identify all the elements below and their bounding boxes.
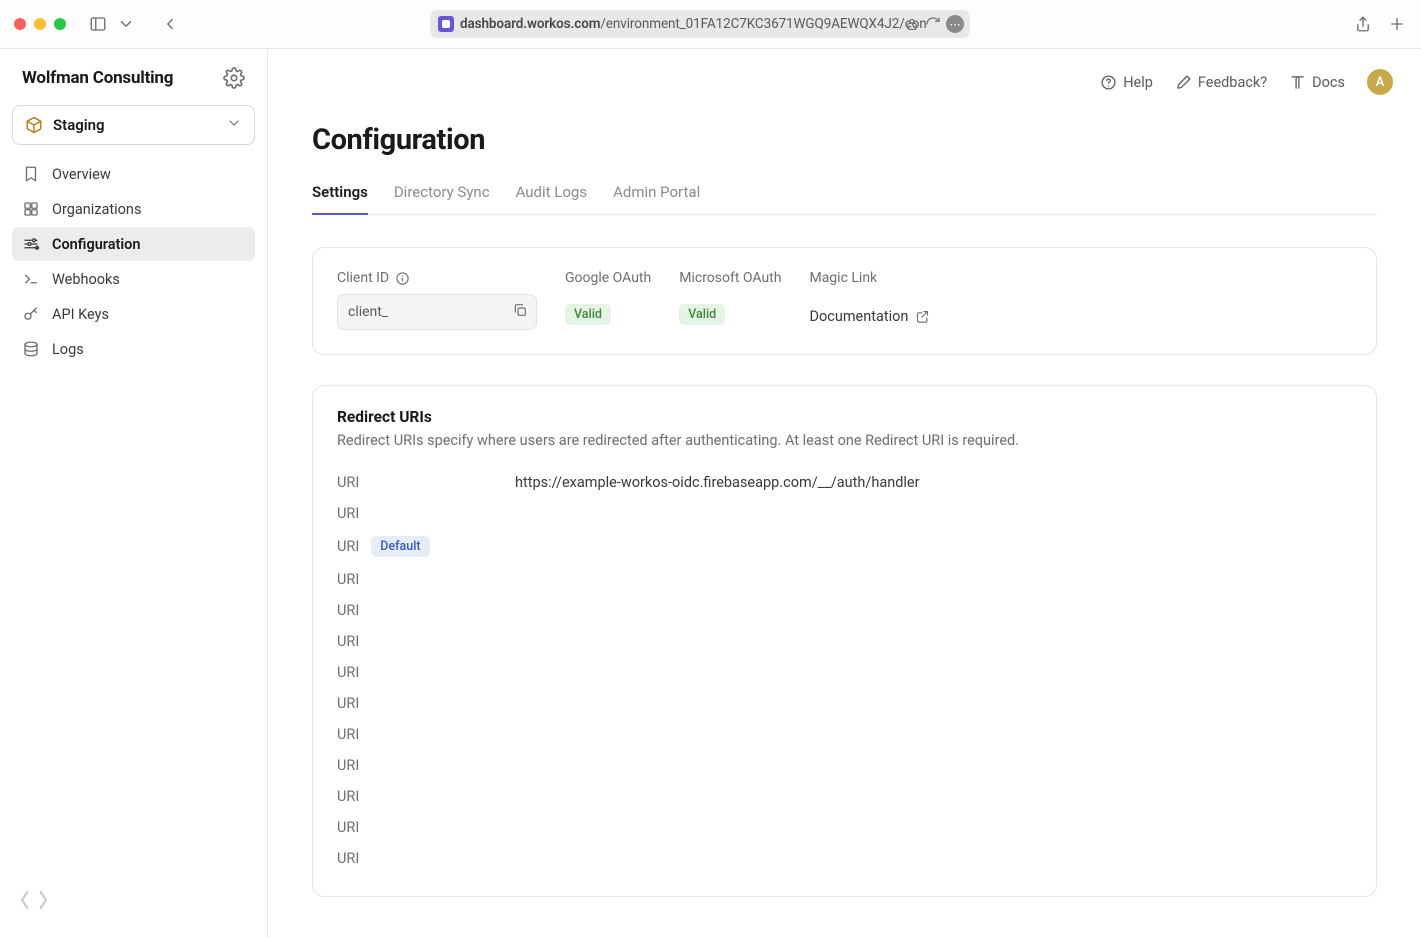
- uri-row: URI: [337, 750, 1352, 781]
- help-link[interactable]: Help: [1100, 74, 1153, 91]
- external-link-icon: [915, 309, 930, 324]
- bookmark-icon: [22, 165, 40, 183]
- window-close[interactable]: [14, 18, 26, 30]
- uri-label: URI: [337, 850, 497, 867]
- uri-label: URIDefault: [337, 536, 497, 557]
- uri-row: URI: [337, 843, 1352, 874]
- nav-item-label: API Keys: [52, 306, 109, 323]
- feedback-link[interactable]: Feedback?: [1175, 74, 1267, 91]
- uri-label: URI: [337, 633, 497, 650]
- reload-icon[interactable]: [925, 16, 941, 32]
- environment-selector[interactable]: Staging: [12, 105, 255, 145]
- nav-item-label: Logs: [52, 341, 84, 358]
- user-avatar[interactable]: A: [1367, 69, 1393, 95]
- sidebar: Wolfman Consulting Staging Overview Organ…: [0, 49, 268, 938]
- uri-label: URI: [337, 819, 497, 836]
- share-icon[interactable]: [1353, 14, 1373, 34]
- url-bar[interactable]: dashboard.workos.com/environment_01FA12C…: [430, 10, 970, 38]
- tab-directory-sync[interactable]: Directory Sync: [394, 183, 490, 215]
- google-oauth-label: Google OAuth: [565, 270, 651, 286]
- database-icon: [22, 340, 40, 358]
- nav-item-label: Organizations: [52, 201, 141, 218]
- magic-link-label: Magic Link: [809, 270, 930, 286]
- microsoft-oauth-status: Valid: [679, 304, 725, 325]
- uri-label: URI: [337, 695, 497, 712]
- sidebar-item-webhooks[interactable]: Webhooks: [12, 262, 255, 296]
- chevron-down-icon: [226, 115, 242, 135]
- google-oauth-status: Valid: [565, 304, 611, 325]
- nav-item-label: Overview: [52, 166, 111, 183]
- key-icon: [22, 305, 40, 323]
- uri-row: URI https://example-workos-oidc.firebasea…: [337, 467, 1352, 498]
- uri-label: URI: [337, 664, 497, 681]
- redirect-uris-description: Redirect URIs specify where users are re…: [337, 432, 1352, 449]
- new-tab-icon[interactable]: [1387, 14, 1407, 34]
- back-button[interactable]: [160, 14, 180, 34]
- sidebar-item-configuration[interactable]: Configuration: [12, 227, 255, 261]
- lock-icon: [904, 16, 920, 32]
- tab-admin-portal[interactable]: Admin Portal: [613, 183, 700, 215]
- uri-row: URI: [337, 719, 1352, 750]
- redirect-uris-card: Redirect URIs Redirect URIs specify wher…: [312, 385, 1377, 897]
- more-icon[interactable]: ⋯: [946, 15, 964, 33]
- uri-label: URI: [337, 788, 497, 805]
- uri-label: URI: [337, 726, 497, 743]
- uri-label: URI: [337, 757, 497, 774]
- environment-label: Staging: [53, 116, 105, 134]
- magic-link-documentation[interactable]: Documentation: [809, 308, 930, 325]
- docs-link[interactable]: Docs: [1289, 74, 1345, 91]
- sidebar-item-logs[interactable]: Logs: [12, 332, 255, 366]
- default-badge: Default: [371, 536, 429, 557]
- browser-chrome: dashboard.workos.com/environment_01FA12C…: [0, 0, 1421, 49]
- topbar: Help Feedback? Docs A: [268, 49, 1421, 95]
- terminal-icon: [22, 270, 40, 288]
- window-maximize[interactable]: [54, 18, 66, 30]
- tab-audit-logs[interactable]: Audit Logs: [516, 183, 588, 215]
- microsoft-oauth-label: Microsoft OAuth: [679, 270, 781, 286]
- uri-row: URI: [337, 812, 1352, 843]
- settings-gear-icon[interactable]: [223, 67, 245, 89]
- client-id-label: Client ID: [337, 270, 537, 286]
- uri-label: URI: [337, 571, 497, 588]
- sliders-icon: [22, 235, 40, 253]
- tabs: Settings Directory Sync Audit Logs Admin Po…: [312, 183, 1377, 215]
- window-controls: [14, 18, 66, 30]
- url-text: dashboard.workos.com/environment_01FA12C…: [460, 16, 927, 32]
- uri-row: URI: [337, 657, 1352, 688]
- workos-logo: [18, 884, 50, 920]
- sidebar-item-overview[interactable]: Overview: [12, 157, 255, 191]
- client-id-field[interactable]: client_: [337, 294, 537, 330]
- uri-row: URI: [337, 688, 1352, 719]
- uri-row: URI: [337, 595, 1352, 626]
- uri-label: URI: [337, 505, 497, 522]
- site-favicon: [438, 16, 454, 32]
- uri-label: URI: [337, 474, 497, 491]
- uri-row: URIDefault: [337, 529, 1352, 564]
- uri-row: URI: [337, 781, 1352, 812]
- sidebar-nav: Overview Organizations Configuration Webhoo…: [12, 157, 255, 366]
- grid-icon: [22, 200, 40, 218]
- org-name: Wolfman Consulting: [22, 68, 173, 88]
- main-content: Help Feedback? Docs A Configuration Sett…: [268, 49, 1421, 938]
- sidebar-item-api-keys[interactable]: API Keys: [12, 297, 255, 331]
- copy-icon[interactable]: [512, 302, 528, 322]
- uri-row: URI: [337, 626, 1352, 657]
- sidebar-item-organizations[interactable]: Organizations: [12, 192, 255, 226]
- window-minimize[interactable]: [34, 18, 46, 30]
- box-icon: [25, 116, 43, 134]
- sidebar-toggle-icon[interactable]: [88, 14, 108, 34]
- tab-dropdown-icon[interactable]: [116, 14, 136, 34]
- uri-value[interactable]: https://example-workos-oidc.firebaseapp.…: [515, 474, 920, 491]
- uri-row: URI: [337, 498, 1352, 529]
- nav-item-label: Webhooks: [52, 271, 120, 288]
- page-title: Configuration: [312, 123, 1377, 157]
- info-icon[interactable]: [395, 271, 410, 286]
- nav-item-label: Configuration: [52, 236, 141, 253]
- tab-settings[interactable]: Settings: [312, 183, 368, 215]
- uri-row: URI: [337, 564, 1352, 595]
- redirect-uris-title: Redirect URIs: [337, 408, 1352, 426]
- uri-label: URI: [337, 602, 497, 619]
- credentials-card: Client ID client_ Google OAuth: [312, 247, 1377, 355]
